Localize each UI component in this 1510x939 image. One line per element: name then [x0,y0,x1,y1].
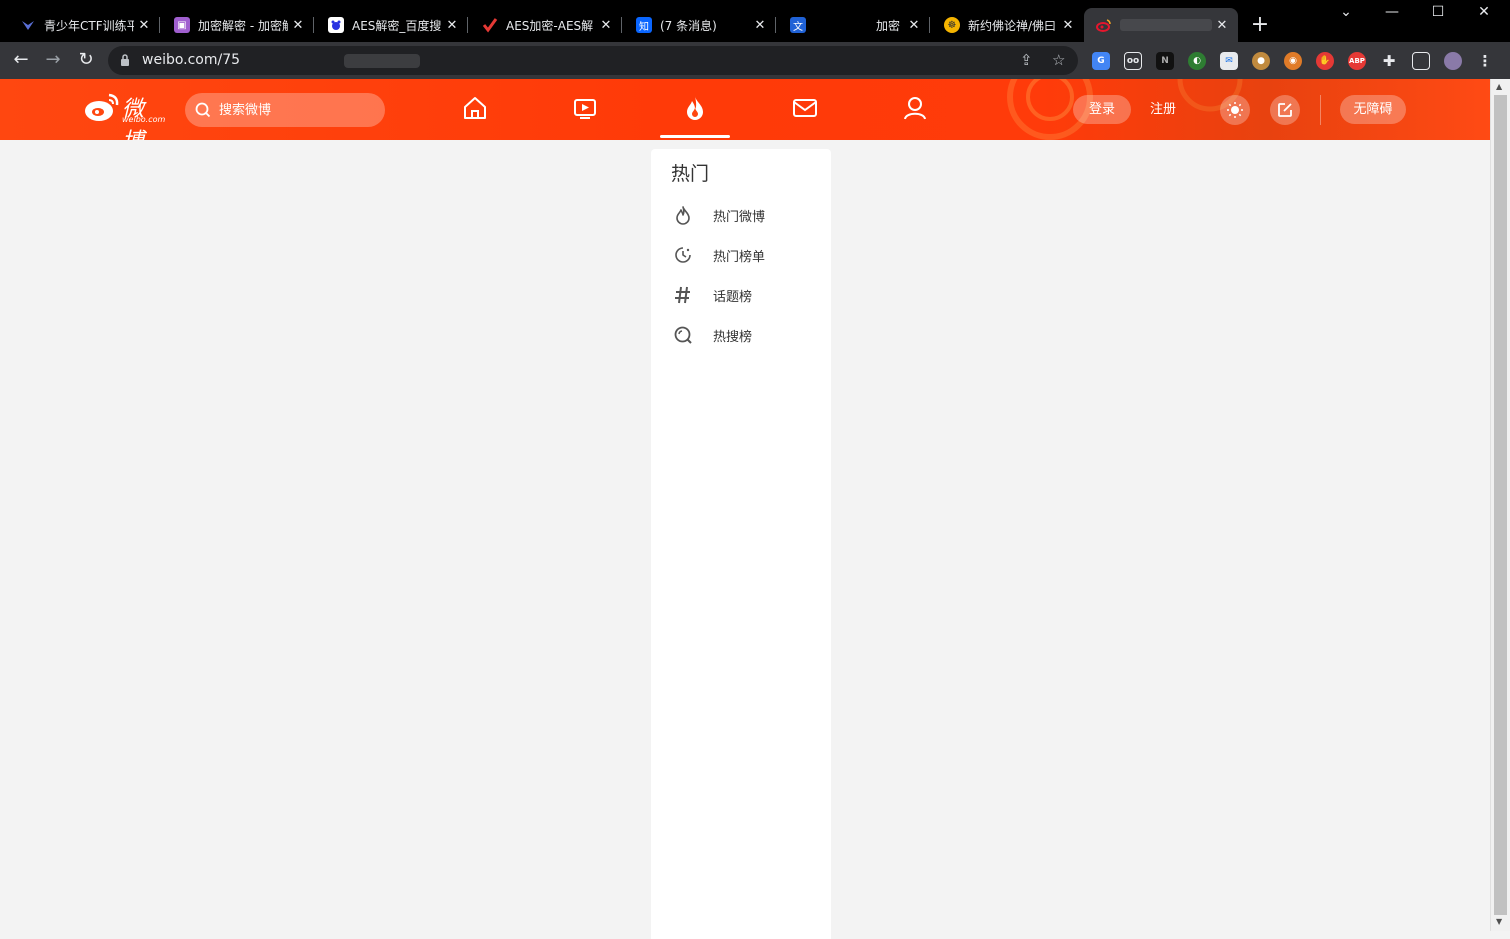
page-content: 热门 热门微博 热门榜单 话题榜 热搜榜 [0,140,1490,939]
maximize-button[interactable]: ☐ [1418,4,1458,20]
ctf-icon [20,17,36,33]
register-link[interactable]: 注册 [1150,95,1176,124]
page-scrollbar[interactable]: ▲ ▼ [1490,79,1510,931]
tab-title: 青少年CTF训练平 [44,18,134,33]
weibo-search[interactable] [185,93,385,127]
browser-tab-active[interactable]: ✕ [1084,8,1238,42]
back-button[interactable]: ← [9,48,33,72]
tampermonkey-extension-icon[interactable]: ◉ [1284,52,1302,70]
browser-tab[interactable]: ☸ 新约佛论禅/佛曰 ✕ [924,8,1084,42]
tab-title: AES解密_百度搜 [352,18,442,33]
browser-tab[interactable]: AES解密_百度搜 ✕ [308,8,468,42]
browser-tab[interactable]: 知 (7 条消息) ✕ [616,8,776,42]
tab-title: 加密解密 - 加密解 [198,18,288,33]
sidebar-item-hot-weibo[interactable]: 热门微博 [671,201,821,229]
close-tab-icon[interactable]: ✕ [288,18,308,33]
reload-button[interactable]: ↻ [74,48,98,72]
close-tab-icon[interactable]: ✕ [1212,18,1232,33]
extensions-puzzle-icon[interactable]: ✚ [1380,52,1398,70]
app-icon: 文 [790,17,806,33]
mail-icon[interactable] [790,93,820,123]
browser-menu-icon[interactable]: ⋮ [1476,52,1494,70]
clock-icon [671,243,695,267]
scrollbar-thumb[interactable] [1494,95,1507,915]
close-tab-icon[interactable]: ✕ [442,18,462,33]
check-icon [482,17,498,33]
home-icon[interactable] [460,93,490,123]
profile-icon[interactable] [900,93,930,123]
forward-button[interactable]: → [41,48,65,72]
edit-icon [1278,103,1292,117]
theme-toggle-button[interactable] [1220,95,1250,125]
hashtag-icon [671,283,695,307]
tab-title: AES加密-AES解 [506,18,594,33]
n-extension-icon[interactable]: N [1156,52,1174,70]
tab-search-button[interactable]: ⌄ [1326,4,1366,20]
translate-extension-icon[interactable]: G [1092,52,1110,70]
url-text: weibo.com/75 [142,52,241,68]
accessibility-button[interactable]: 无障碍 [1340,95,1406,124]
weibo-logo-icon [85,93,119,121]
sidebar-item-label: 热搜榜 [713,329,753,345]
sidebar-item-label: 话题榜 [713,289,753,305]
browser-tab[interactable]: 青少年CTF训练平 ✕ [0,8,160,42]
stop-extension-icon[interactable]: ✋ [1316,52,1334,70]
sidebar-item-hot-list[interactable]: 热门榜单 [671,241,821,269]
active-nav-underline [660,135,730,138]
hot-flame-icon[interactable] [680,93,710,123]
scroll-up-icon[interactable]: ▲ [1496,82,1502,91]
video-icon[interactable] [570,93,600,123]
flame-icon [671,203,695,227]
minimize-button[interactable]: — [1372,4,1412,20]
address-bar[interactable]: weibo.com/75 ⇪ ☆ [108,46,1078,75]
bookmark-star-icon[interactable]: ☆ [1052,51,1065,69]
browser-tab-strip: 青少年CTF训练平 ✕ ▣ 加密解密 - 加密解 ✕ AES解密_百度搜 ✕ A… [0,0,1510,42]
cookie-extension-icon[interactable]: ● [1252,52,1270,70]
tab-title: (7 条消息) [660,18,717,33]
mail-extension-icon[interactable]: ✉ [1220,52,1238,70]
tab-title: 加密 [875,18,900,33]
zhihu-icon: 知 [636,17,652,33]
compose-button[interactable] [1270,95,1300,125]
sidebar-item-label: 热门榜单 [713,249,766,265]
close-tab-icon[interactable]: ✕ [134,18,154,33]
close-window-button[interactable]: ✕ [1464,4,1504,20]
browser-tab[interactable]: AES加密-AES解 ✕ [462,8,622,42]
tab-title: 新约佛论禅/佛曰 [968,18,1057,33]
lock-icon [121,54,129,66]
close-tab-icon[interactable]: ✕ [1058,18,1078,33]
buddha-icon: ☸ [944,17,960,33]
close-tab-icon[interactable]: ✕ [904,18,924,33]
weibo-icon [1096,17,1112,33]
sidebar-title: 热门 [671,163,710,185]
browser-toolbar: ← → ↻ weibo.com/75 ⇪ ☆ G oo N ◐ ✉ ● ◉ ✋ … [0,42,1510,79]
login-button[interactable]: 登录 [1073,95,1131,124]
tab-title [1120,19,1212,31]
green-extension-icon[interactable]: ◐ [1188,52,1206,70]
side-panel-icon[interactable] [1412,52,1430,70]
weibo-logo-domain: weibo.com [122,115,166,124]
sidebar-item-topics[interactable]: 话题榜 [671,281,821,309]
browser-tab[interactable]: ▣ 加密解密 - 加密解 ✕ [154,8,314,42]
search-rank-icon [671,323,695,347]
hot-sidebar: 热门 热门微博 热门榜单 话题榜 热搜榜 [651,149,831,939]
scroll-down-icon[interactable]: ▼ [1496,917,1502,926]
close-tab-icon[interactable]: ✕ [596,18,616,33]
search-input[interactable] [219,93,369,127]
weibo-header: 微博 weibo.com 登录 注册 无障碍 [0,79,1490,140]
sun-icon [1227,102,1243,118]
search-icon [195,102,211,118]
browser-tab[interactable]: 文 加密 ✕ [770,8,930,42]
adblock-extension-icon[interactable]: ABP [1348,52,1366,70]
baidu-icon [328,17,344,33]
eyes-extension-icon[interactable]: oo [1124,52,1142,70]
crypt-icon: ▣ [174,17,190,33]
weibo-logo[interactable]: 微博 weibo.com [84,91,165,140]
close-tab-icon[interactable]: ✕ [750,18,770,33]
share-icon[interactable]: ⇪ [1020,51,1033,69]
new-tab-button[interactable]: + [1248,12,1272,37]
profile-avatar[interactable] [1444,52,1462,70]
sidebar-item-hot-search[interactable]: 热搜榜 [671,321,821,349]
sidebar-item-label: 热门微博 [713,209,766,225]
